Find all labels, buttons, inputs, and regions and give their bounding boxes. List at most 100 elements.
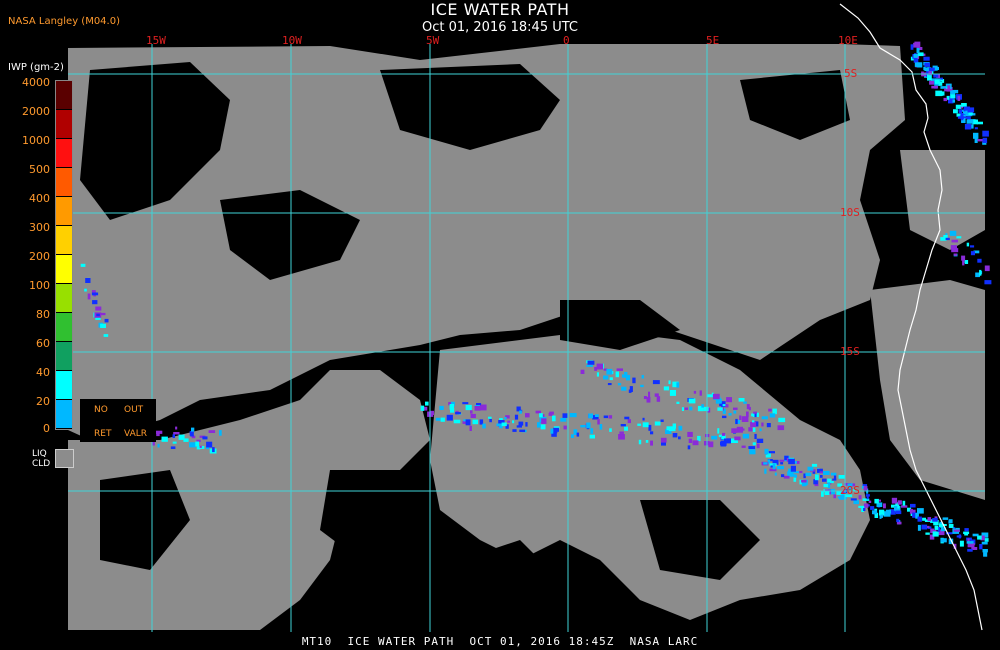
ice-cloud-pixel bbox=[699, 390, 702, 396]
ice-cloud-pixel bbox=[811, 463, 818, 467]
ice-cloud-pixel bbox=[548, 412, 553, 416]
legend-tick: 500 bbox=[29, 163, 50, 176]
ice-cloud-pixel bbox=[586, 422, 591, 429]
ice-cloud-pixel bbox=[621, 374, 626, 378]
ice-cloud-pixel bbox=[687, 445, 691, 450]
ice-cloud-pixel bbox=[104, 318, 109, 323]
ice-cloud-pixel bbox=[446, 414, 453, 421]
ice-cloud-pixel bbox=[669, 390, 676, 396]
ice-cloud-pixel bbox=[638, 439, 642, 445]
legend-tick: 100 bbox=[29, 279, 50, 292]
ice-cloud-pixel bbox=[921, 524, 928, 530]
ice-cloud-pixel bbox=[642, 417, 645, 421]
ice-cloud-pixel bbox=[717, 428, 720, 434]
ice-cloud-pixel bbox=[678, 425, 683, 431]
ice-cloud-pixel bbox=[805, 472, 812, 477]
ice-cloud-pixel bbox=[219, 430, 222, 436]
ice-cloud-pixel bbox=[465, 404, 472, 411]
ice-cloud-pixel bbox=[917, 516, 922, 522]
ice-cloud-pixel bbox=[764, 448, 769, 455]
ice-cloud-pixel bbox=[504, 417, 507, 420]
ice-cloud-pixel bbox=[697, 435, 701, 442]
ice-cloud-pixel bbox=[689, 406, 693, 411]
ice-cloud-pixel bbox=[596, 372, 599, 377]
ice-cloud-pixel bbox=[189, 442, 196, 448]
ice-cloud-pixel bbox=[717, 407, 723, 411]
ice-cloud-pixel bbox=[624, 416, 630, 420]
producer-label: NASA Langley (M04.0) bbox=[8, 16, 120, 27]
ice-cloud-pixel bbox=[724, 438, 727, 442]
ice-cloud-pixel bbox=[982, 549, 988, 553]
ice-cloud-pixel bbox=[777, 425, 785, 431]
ice-cloud-pixel bbox=[656, 396, 661, 402]
flag-out: OUT bbox=[124, 405, 144, 415]
ice-cloud-pixel bbox=[913, 42, 919, 48]
liquid-cloud-label: LIQ CLD bbox=[32, 449, 50, 469]
ice-cloud-pixel bbox=[979, 269, 982, 276]
ice-cloud-pixel bbox=[525, 413, 530, 418]
ice-cloud-pixel bbox=[866, 496, 869, 500]
ice-cloud-pixel bbox=[103, 334, 109, 337]
ice-cloud-pixel bbox=[609, 428, 612, 432]
ice-cloud-pixel bbox=[981, 541, 988, 545]
legend-tick: 200 bbox=[29, 250, 50, 263]
ice-cloud-pixel bbox=[940, 77, 943, 80]
ice-cloud-pixel bbox=[587, 360, 595, 365]
colorbar-segment bbox=[56, 342, 72, 371]
ice-cloud-pixel bbox=[984, 265, 990, 272]
ice-cloud-pixel bbox=[759, 428, 762, 432]
ice-cloud-pixel bbox=[488, 416, 492, 419]
ice-cloud-pixel bbox=[896, 521, 902, 525]
lon-label: 5W bbox=[426, 34, 440, 47]
ice-cloud-pixel bbox=[663, 386, 670, 391]
ice-cloud-pixel bbox=[934, 66, 939, 70]
ice-cloud-pixel bbox=[943, 97, 948, 102]
ice-cloud-pixel bbox=[212, 447, 215, 453]
colorbar-segment bbox=[56, 255, 72, 284]
ice-cloud-pixel bbox=[738, 398, 745, 402]
ice-cloud-pixel bbox=[807, 466, 814, 471]
ice-cloud-pixel bbox=[756, 438, 764, 443]
ice-cloud-pixel bbox=[766, 423, 771, 428]
ice-cloud-pixel bbox=[100, 312, 106, 316]
ice-cloud-pixel bbox=[654, 421, 661, 426]
ice-cloud-pixel bbox=[964, 260, 968, 264]
ice-cloud-pixel bbox=[950, 94, 956, 99]
ice-cloud-pixel bbox=[641, 375, 644, 379]
ice-cloud-pixel bbox=[594, 414, 599, 417]
ice-cloud-pixel bbox=[501, 422, 507, 427]
ice-cloud-pixel bbox=[712, 393, 720, 400]
ice-cloud-pixel bbox=[865, 494, 870, 497]
ice-cloud-pixel bbox=[607, 383, 612, 386]
ice-cloud-pixel bbox=[206, 441, 213, 448]
ice-cloud-pixel bbox=[462, 402, 469, 405]
ice-cloud-pixel bbox=[615, 371, 619, 378]
ice-cloud-pixel bbox=[576, 432, 580, 437]
ice-cloud-pixel bbox=[958, 109, 963, 114]
ice-cloud-pixel bbox=[170, 446, 176, 449]
ice-water-path-map bbox=[0, 0, 1000, 650]
ice-cloud-pixel bbox=[940, 538, 947, 543]
ice-cloud-pixel bbox=[512, 429, 517, 432]
ice-cloud-pixel bbox=[191, 427, 195, 432]
ice-cloud-pixel bbox=[616, 368, 623, 371]
ice-cloud-pixel bbox=[916, 48, 920, 54]
lat-label: 15S bbox=[840, 345, 860, 358]
ice-cloud-pixel bbox=[474, 406, 481, 411]
ice-cloud-pixel bbox=[928, 71, 932, 76]
ice-cloud-pixel bbox=[781, 474, 785, 478]
ice-cloud-pixel bbox=[85, 278, 91, 283]
ice-cloud-pixel bbox=[754, 433, 757, 439]
ice-cloud-pixel bbox=[964, 528, 969, 532]
ice-cloud-pixel bbox=[780, 462, 784, 465]
ice-cloud-pixel bbox=[183, 438, 189, 442]
ice-cloud-pixel bbox=[87, 293, 91, 300]
ice-cloud-pixel bbox=[923, 56, 930, 61]
ice-cloud-pixel bbox=[822, 478, 827, 482]
ice-cloud-pixel bbox=[539, 413, 543, 418]
ice-cloud-pixel bbox=[801, 482, 807, 487]
ice-cloud-pixel bbox=[950, 245, 957, 250]
liquid-cloud-swatch bbox=[55, 449, 74, 468]
ice-cloud-pixel bbox=[959, 540, 964, 547]
flag-ret: RET bbox=[94, 429, 112, 439]
